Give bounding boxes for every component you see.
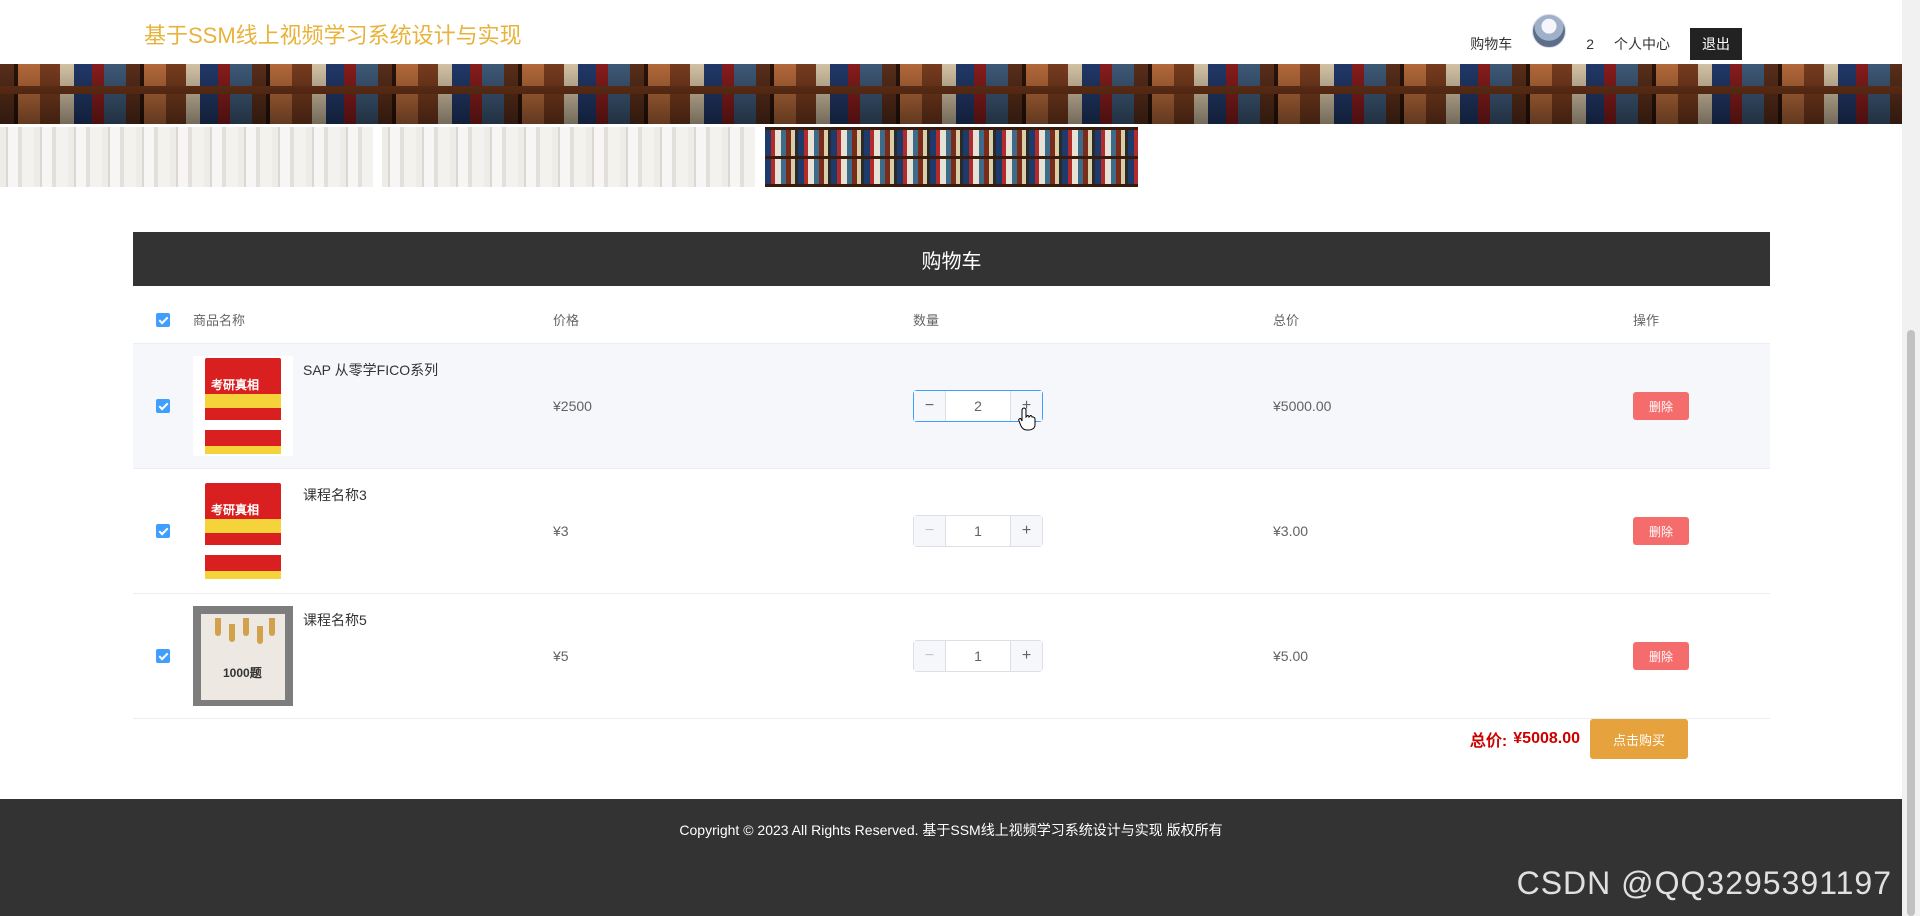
delete-button[interactable]: 删除 xyxy=(1633,642,1689,670)
hand-cursor-icon xyxy=(1018,407,1036,431)
total-value: ¥5008.00 xyxy=(1513,730,1580,747)
goods-name: 课程名称5 xyxy=(303,612,367,628)
user-avatar[interactable] xyxy=(1532,14,1567,48)
item-total: ¥5.00 xyxy=(1273,648,1309,664)
book-cover-number: 1000题 xyxy=(223,666,262,680)
table-row: 考研真相 SAP 从零学FICO系列 ¥2500 − 2 + ¥5000.00 … xyxy=(133,344,1770,469)
item-price: ¥2500 xyxy=(553,398,592,414)
book-cover-title: 考研真相 xyxy=(211,378,260,392)
banner-thumb-1[interactable] xyxy=(0,127,373,187)
banner-shelf xyxy=(0,86,1902,94)
goods-image: 考研真相 xyxy=(193,356,293,456)
select-all-checkbox[interactable] xyxy=(156,312,170,327)
copyright-text: Copyright © 2023 All Rights Reserved. 基于… xyxy=(679,822,1223,838)
watermark-text: CSDN @QQ3295391197 xyxy=(1516,865,1892,901)
item-price: ¥3 xyxy=(553,523,569,539)
footer: Copyright © 2023 All Rights Reserved. 基于… xyxy=(0,799,1902,916)
goods-cell: 1000题 课程名称5 xyxy=(193,606,553,706)
goods-cell: 考研真相 SAP 从零学FICO系列 xyxy=(193,356,553,456)
column-header: 总价 xyxy=(1273,313,1300,328)
column-header: 数量 xyxy=(913,313,940,328)
minus-icon[interactable]: − xyxy=(914,391,946,421)
nav-cart-link[interactable]: 购物车 xyxy=(1470,34,1512,54)
goods-cell: 考研真相 课程名称3 xyxy=(193,481,553,581)
banner-thumb-image xyxy=(765,127,1138,187)
cart-table: 商品名称 价格 数量 总价 操作 考研真相 SAP 从零学FICO系列 ¥250… xyxy=(133,296,1770,719)
cart-summary: 总价: ¥5008.00 点击购买 xyxy=(1470,719,1688,759)
plus-icon[interactable]: + xyxy=(1010,516,1042,546)
banner-thumb-3[interactable] xyxy=(765,127,1138,187)
quantity-input[interactable]: 1 xyxy=(946,641,1010,671)
quantity-stepper[interactable]: − 1 + xyxy=(913,640,1043,672)
goods-image: 考研真相 xyxy=(193,481,293,581)
banner-thumb-image xyxy=(382,127,755,187)
item-total: ¥3.00 xyxy=(1273,523,1309,539)
column-header: 操作 xyxy=(1633,313,1660,328)
delete-button[interactable]: 删除 xyxy=(1633,517,1689,545)
goods-image: 1000题 xyxy=(193,606,293,706)
item-price: ¥5 xyxy=(553,648,569,664)
table-row: 1000题 课程名称5 ¥5 − 1 + ¥5.00 删除 xyxy=(133,594,1770,719)
scrollbar-thumb[interactable] xyxy=(1907,330,1915,916)
logout-button[interactable]: 退出 xyxy=(1690,28,1742,60)
item-checkbox[interactable] xyxy=(156,649,170,663)
item-checkbox[interactable] xyxy=(156,524,170,538)
column-header: 商品名称 xyxy=(193,313,246,328)
site-title[interactable]: 基于SSM线上视频学习系统设计与实现 xyxy=(144,18,522,50)
book-cover-title: 考研真相 xyxy=(211,503,260,517)
plus-icon[interactable]: + xyxy=(1010,641,1042,671)
goods-name: 课程名称3 xyxy=(303,487,367,503)
top-nav: 购物车 2 个人中心 退出 xyxy=(1470,10,1742,62)
column-header: 价格 xyxy=(553,313,580,328)
cart-count: 2 xyxy=(1586,36,1594,52)
cart-table-header: 商品名称 价格 数量 总价 操作 xyxy=(133,296,1770,344)
minus-icon[interactable]: − xyxy=(914,516,946,546)
quantity-input[interactable]: 1 xyxy=(946,516,1010,546)
delete-button[interactable]: 删除 xyxy=(1633,392,1689,420)
minus-icon[interactable]: − xyxy=(914,641,946,671)
banner-thumb-2[interactable] xyxy=(382,127,755,187)
top-header: 基于SSM线上视频学习系统设计与实现 购物车 2 个人中心 退出 xyxy=(0,0,1902,64)
vertical-scrollbar[interactable] xyxy=(1902,0,1920,916)
quantity-stepper[interactable]: − 1 + xyxy=(913,515,1043,547)
total-label: 总价: xyxy=(1469,733,1508,750)
goods-name: SAP 从零学FICO系列 xyxy=(303,362,439,378)
nav-user-center-link[interactable]: 个人中心 xyxy=(1614,34,1670,54)
quantity-input[interactable]: 2 xyxy=(946,391,1010,421)
banner-thumb-image xyxy=(0,127,373,187)
buy-button[interactable]: 点击购买 xyxy=(1590,719,1688,759)
table-row: 考研真相 课程名称3 ¥3 − 1 + ¥3.00 删除 xyxy=(133,469,1770,594)
item-total: ¥5000.00 xyxy=(1273,398,1332,414)
item-checkbox[interactable] xyxy=(156,399,170,413)
cart-title: 购物车 xyxy=(133,232,1770,286)
